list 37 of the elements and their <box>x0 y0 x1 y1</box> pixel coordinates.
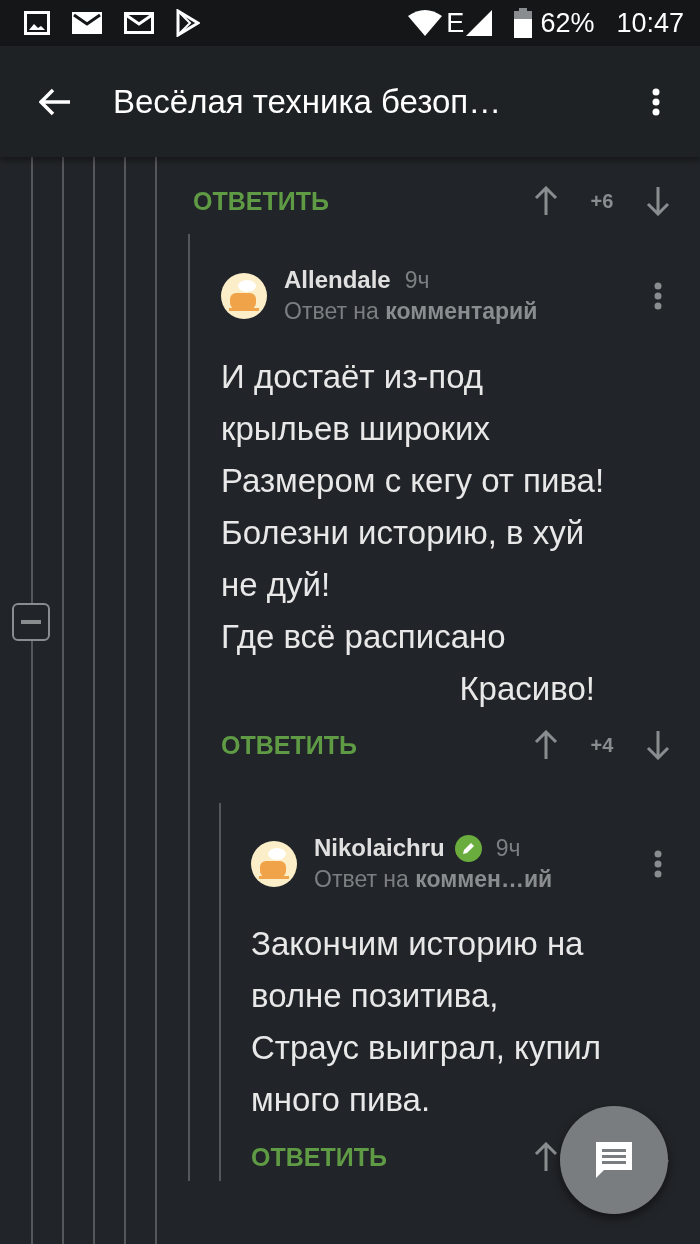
vote-score: +6 <box>590 189 614 213</box>
mail-icon <box>72 12 102 34</box>
author-name[interactable]: Nikolaichru <box>314 834 445 862</box>
network-type: E <box>446 7 465 39</box>
downvote-icon[interactable] <box>646 730 670 760</box>
avatar-icon <box>251 840 297 887</box>
back-arrow-icon[interactable] <box>39 87 71 116</box>
collapse-button[interactable] <box>12 603 50 641</box>
reply-button[interactable]: ОТВЕТИТЬ <box>221 730 357 760</box>
more-dots-icon[interactable] <box>654 281 662 310</box>
signal-icon <box>466 10 493 36</box>
battery-icon <box>514 8 533 38</box>
comment-time: 9ч <box>404 266 430 294</box>
battery-percent: 62% <box>540 7 595 39</box>
reply-button[interactable]: ОТВЕТИТЬ <box>251 1142 387 1172</box>
reply-button[interactable]: ОТВЕТИТЬ <box>193 186 329 216</box>
upvote-icon[interactable] <box>534 730 558 760</box>
vote-score: +4 <box>590 733 614 757</box>
reply-to-text: Ответ на комментарий <box>284 298 539 325</box>
upvote-icon[interactable] <box>534 186 558 216</box>
author-name[interactable]: Allendale <box>284 266 391 294</box>
more-dots-icon[interactable] <box>654 849 662 878</box>
app-bar-title: Весёлая техника безоп… <box>112 82 503 121</box>
clock-time: 10:47 <box>616 7 684 39</box>
play-store-icon <box>176 9 200 37</box>
downvote-icon[interactable] <box>646 186 670 216</box>
comment-text: Закончим историю на волне позитива, Страус выиграл, купил много пива. <box>251 924 602 1120</box>
comment-time: 9ч <box>495 834 521 862</box>
chat-icon[interactable] <box>594 1140 634 1180</box>
avatar-icon <box>221 272 267 319</box>
comment-text: И достаёт из-под крыльев широких Размером с кегу от пива! Болезни историю, в хуй не дуй! Где всё расписано Красиво! <box>221 357 606 709</box>
mail-icon <box>124 12 154 34</box>
gallery-icon <box>24 11 50 35</box>
reply-to-text: Ответ на коммен…ий <box>314 866 554 893</box>
more-dots-icon[interactable] <box>652 87 660 116</box>
wifi-icon <box>408 10 443 36</box>
upvote-icon[interactable] <box>534 1142 558 1172</box>
